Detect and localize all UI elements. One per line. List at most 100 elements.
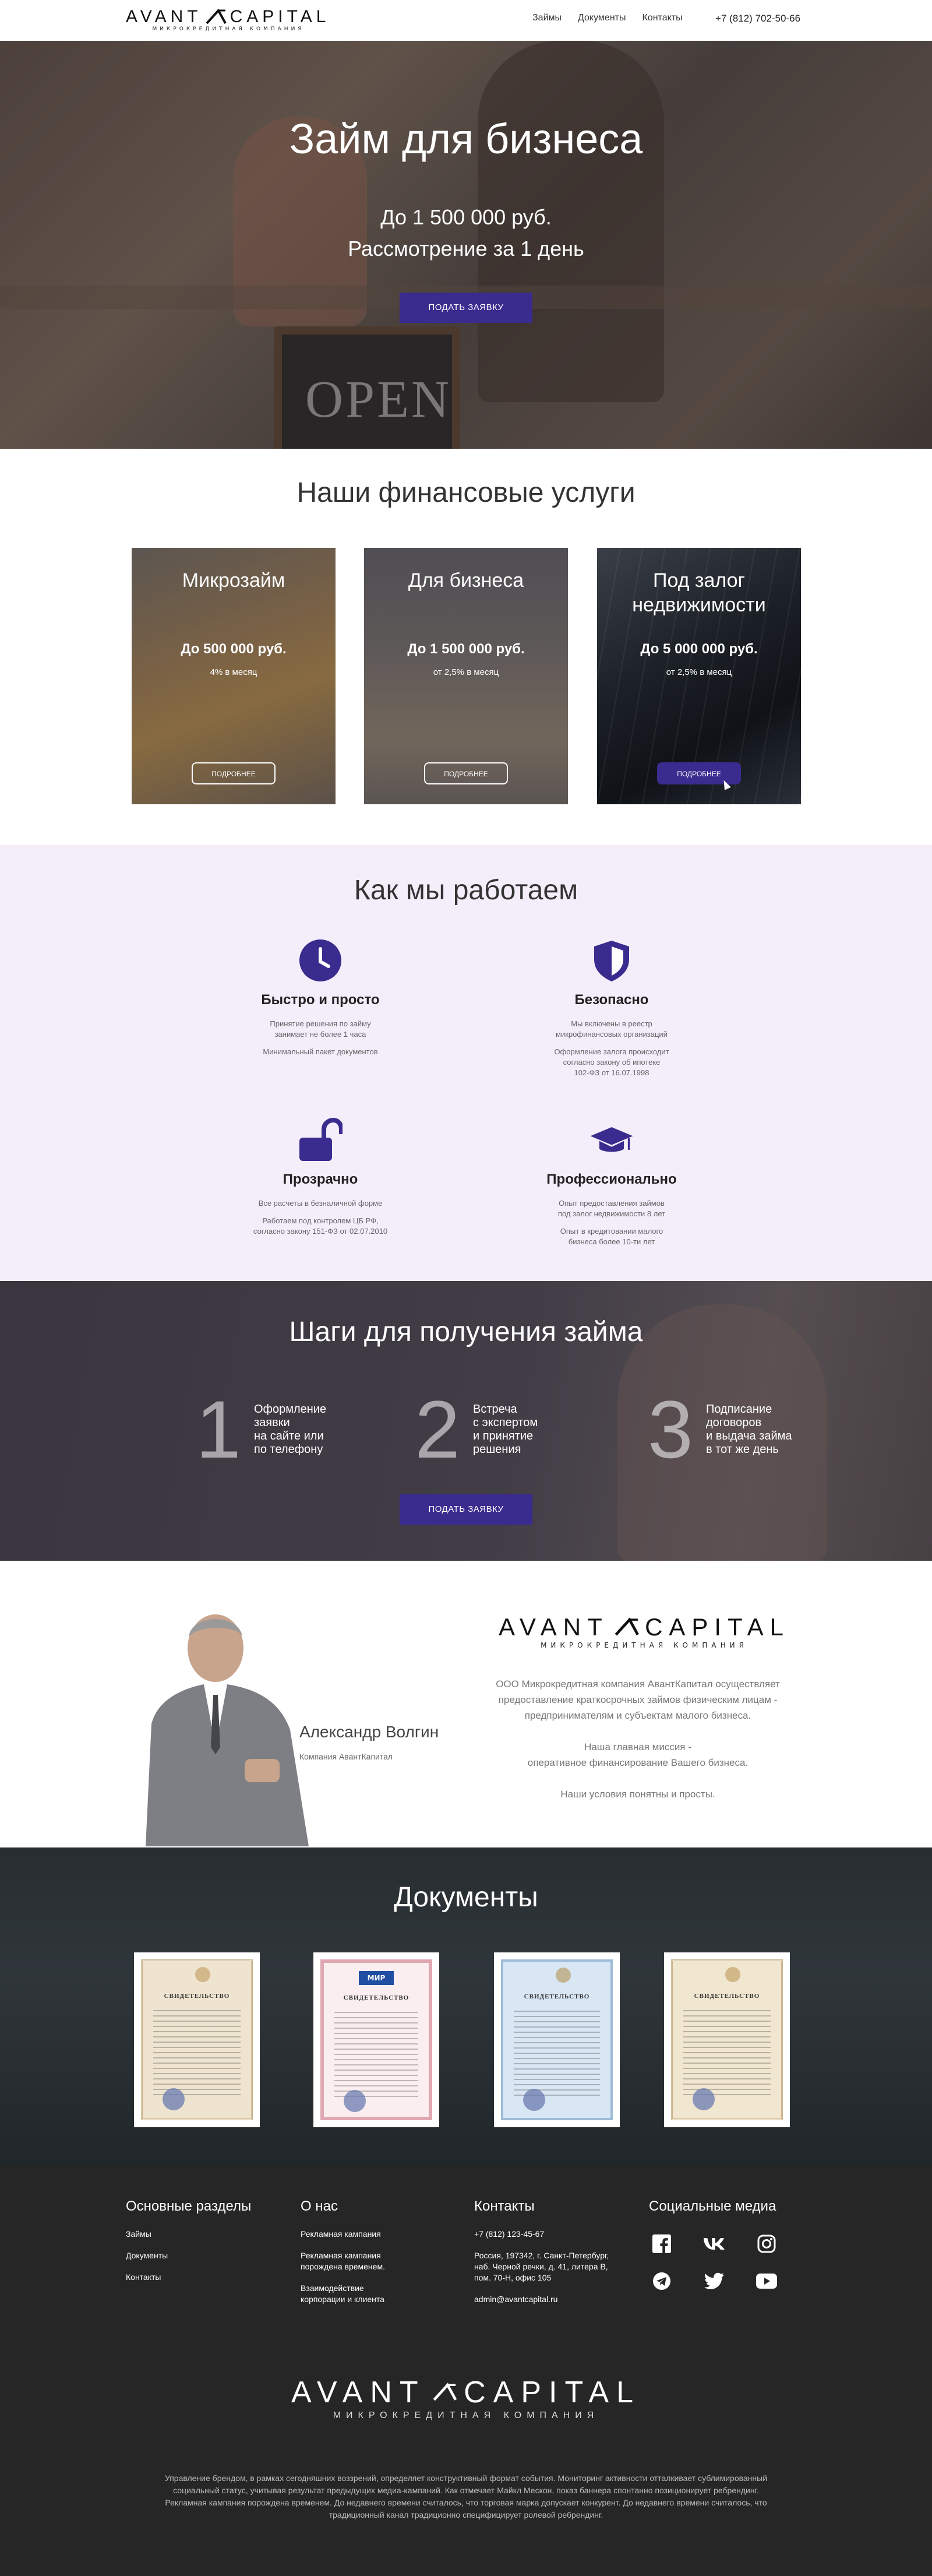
step-3: 3 Подписание договоров и выдача займа в … (648, 1386, 792, 1473)
feature-safe: Безопасно Мы включены в реестр микрофина… (495, 938, 728, 1078)
shield-icon (594, 941, 629, 981)
how-title: Как мы работаем (354, 875, 578, 906)
logo-word-left: AVANT (499, 1613, 609, 1641)
vk-icon[interactable] (701, 2232, 727, 2255)
header-phone[interactable]: +7 (812) 702-50-66 (715, 13, 800, 24)
about-description: ООО Микрокредитная компания АвантКапитал… (496, 1678, 780, 1800)
feature-desc-extra: Оформление залога происходит согласно за… (554, 1047, 669, 1077)
logo-mark-icon (615, 1617, 639, 1636)
ceo-name: Александр Волгин (299, 1723, 439, 1741)
nav-item-contacts[interactable]: Контакты (642, 13, 682, 23)
hero-amount: До 1 500 000 руб. (380, 205, 552, 229)
footer-link[interactable]: Контакты (126, 2272, 283, 2283)
hero-title: Займ для бизнеса (289, 116, 643, 163)
card-title: Микрозайм (182, 569, 285, 592)
feature-desc-extra: Опыт в кредитовании малого бизнеса более… (560, 1227, 663, 1246)
document-certificate[interactable]: СВИДЕТЕЛЬСТВО (664, 1952, 790, 2127)
about-section: Александр Волгин Компания АвантКапитал A… (0, 1561, 932, 1847)
unlock-icon (299, 1118, 343, 1161)
footer-email[interactable]: admin@avantcapital.ru (474, 2294, 631, 2305)
feature-desc: Опыт предоставления займов под залог нед… (557, 1199, 666, 1218)
logo-word-left: AVANT (126, 7, 202, 26)
about-logo: AVANT CAPITAL МИКРОКРЕДИТНАЯ КОМПАНИЯ (499, 1613, 790, 1650)
hero-apply-button[interactable]: ПОДАТЬ ЗАЯВКУ (400, 293, 532, 323)
feature-desc-extra: Минимальный пакет документов (263, 1047, 378, 1056)
footer-col-title: Социальные медиа (649, 2198, 776, 2214)
nav-item-documents[interactable]: Документы (578, 13, 626, 23)
instagram-icon[interactable] (754, 2232, 779, 2255)
main-nav: Займы Документы Контакты (532, 13, 683, 23)
footer-about: О нас Рекламная кампания Рекламная кампа… (301, 2198, 458, 2315)
footer-link[interactable]: Займы (126, 2229, 283, 2240)
service-card-real-estate[interactable]: Под залог недвижимости До 5 000 000 руб.… (597, 548, 801, 804)
logo-tagline: МИКРОКРЕДИТНАЯ КОМПАНИЯ (541, 1641, 748, 1649)
step-2: 2 Встреча с экспертом и принятие решения (415, 1386, 538, 1473)
card-amount: До 500 000 руб. (181, 641, 287, 657)
step-text: Оформление заявки на сайте или по телефо… (254, 1403, 327, 1456)
document-certificate[interactable]: МИР СВИДЕТЕЛЬСТВО (313, 1952, 439, 2127)
feature-professional: Профессионально Опыт предоставления займ… (495, 1118, 728, 1247)
clock-icon (299, 939, 341, 981)
feature-desc: Все расчеты в безналичной форме (258, 1199, 383, 1208)
footer-address: Россия, 197342, г. Санкт-Петербург, наб.… (474, 2251, 609, 2282)
footer-logo[interactable]: AVANT CAPITAL МИКРОКРЕДИТНАЯ КОМПАНИЯ (291, 2377, 641, 2421)
ceo-photo (146, 1614, 309, 1846)
footer-phone[interactable]: +7 (812) 123-45-67 (474, 2229, 631, 2240)
footer-contacts: Контакты +7 (812) 123-45-67 Россия, 1973… (474, 2198, 631, 2315)
document-certificate[interactable]: СВИДЕТЕЛЬСТВО (494, 1952, 620, 2127)
footer-social: Социальные медиа (649, 2198, 806, 2293)
feature-fast: Быстро и просто Принятие решения по займ… (204, 938, 437, 1057)
card-rate: от 2,5% в месяц (433, 667, 499, 677)
footer-col-title: Контакты (474, 2198, 535, 2214)
logo-word-left: AVANT (291, 2376, 426, 2409)
step-text: Встреча с экспертом и принятие решения (473, 1403, 538, 1456)
footer-col-title: Основные разделы (126, 2198, 252, 2214)
footer-col-title: О нас (301, 2198, 338, 2214)
step-number: 1 (196, 1384, 241, 1475)
telegram-icon[interactable] (649, 2269, 675, 2293)
logo-word-right: CAPITAL (464, 2376, 641, 2409)
youtube-icon[interactable] (754, 2269, 779, 2293)
footer-link[interactable]: Рекламная кампания (301, 2229, 458, 2240)
site-header: AVANT CAPITAL МИКРОКРЕДИТНАЯ КОМПАНИЯ За… (0, 0, 932, 41)
steps-title: Шаги для получения займа (289, 1317, 643, 1347)
logo-tagline: МИКРОКРЕДИТНАЯ КОМПАНИЯ (152, 26, 305, 32)
documents-section: Документы СВИДЕТЕЛЬСТВО МИР СВИДЕТЕЛЬСТВ… (0, 1847, 932, 2166)
feature-title: Безопасно (574, 992, 649, 1008)
feature-desc-extra: Работаем под контролем ЦБ РФ, согласно з… (253, 1216, 388, 1236)
card-rate: от 2,5% в месяц (666, 667, 732, 677)
steps-apply-button[interactable]: ПОДАТЬ ЗАЯВКУ (400, 1494, 532, 1525)
footer-sections: Основные разделы Займы Документы Контакт… (126, 2198, 283, 2293)
footer-link[interactable]: Документы (126, 2250, 283, 2261)
step-text: Подписание договоров и выдача займа в то… (706, 1403, 792, 1456)
feature-desc: Мы включены в реестр микрофинансовых орг… (556, 1019, 668, 1039)
how-we-work-section: Как мы работаем Быстро и просто Принятие… (0, 845, 932, 1281)
footer-text: Управление брендом, в рамках сегодняшних… (164, 2473, 768, 2519)
feature-title: Прозрачно (283, 1171, 358, 1187)
twitter-icon[interactable] (701, 2269, 727, 2293)
card-amount: До 1 500 000 руб. (407, 641, 525, 657)
card-title: Для бизнеса (408, 569, 524, 592)
feature-title: Быстро и просто (261, 992, 380, 1008)
steps-section: Шаги для получения займа 1 Оформление за… (0, 1281, 932, 1561)
logo-word-right: CAPITAL (645, 1613, 790, 1641)
service-card-business[interactable]: Для бизнеса До 1 500 000 руб. от 2,5% в … (364, 548, 568, 804)
card-rate: 4% в месяц (210, 667, 257, 677)
logo-word-right: CAPITAL (230, 7, 330, 26)
service-card-microloan[interactable]: Микрозайм До 500 000 руб. 4% в месяц ПОД… (132, 548, 336, 804)
footer-link[interactable]: Взаимодействие корпорации и клиента (301, 2283, 458, 2305)
card-amount: До 5 000 000 руб. (640, 641, 758, 657)
logo-mark-icon (433, 2383, 457, 2401)
footer-link[interactable]: Рекламная кампания порождена временем. (301, 2250, 458, 2272)
card-details-button[interactable]: ПОДРОБНЕЕ (192, 762, 276, 784)
document-certificate[interactable]: СВИДЕТЕЛЬСТВО (134, 1952, 260, 2127)
card-details-button[interactable]: ПОДРОБНЕЕ (424, 762, 508, 784)
facebook-icon[interactable] (649, 2232, 675, 2255)
ceo-company: Компания АвантКапитал (299, 1752, 393, 1761)
nav-item-loans[interactable]: Займы (532, 13, 562, 23)
header-logo[interactable]: AVANT CAPITAL МИКРОКРЕДИТНАЯ КОМПАНИЯ (126, 8, 331, 33)
mir-logo: МИР (359, 1971, 394, 1985)
services-title: Наши финансовые услуги (296, 477, 636, 508)
site-footer: Основные разделы Займы Документы Контакт… (0, 2166, 932, 2576)
documents-title: Документы (394, 1882, 538, 1913)
